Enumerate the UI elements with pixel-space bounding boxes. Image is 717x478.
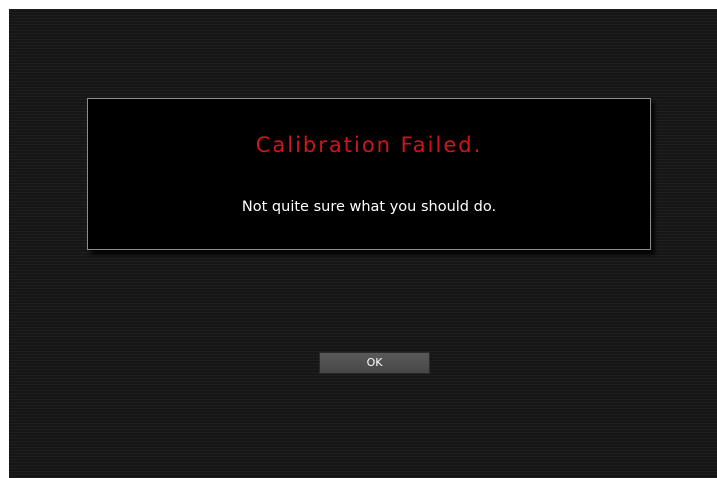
error-dialog: Calibration Failed. Not quite sure what …: [87, 98, 651, 250]
ok-button[interactable]: OK: [319, 352, 430, 374]
dialog-title: Calibration Failed.: [255, 133, 483, 157]
calibration-screen: Calibration Failed. Not quite sure what …: [9, 9, 717, 478]
dialog-message: Not quite sure what you should do.: [241, 199, 497, 215]
